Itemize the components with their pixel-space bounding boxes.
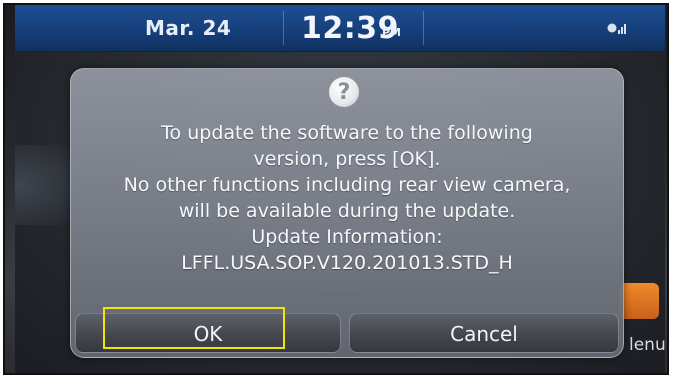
status-bar: Mar. 24 12:39 PM <box>15 5 665 52</box>
menu-tile-icon <box>619 283 659 319</box>
dialog-message-line: version, press [OK]. <box>253 148 441 170</box>
status-ampm: PM <box>382 26 402 39</box>
update-version-line: LFFL.USA.SOP.V120.201013.STD_H <box>181 252 513 274</box>
status-date: Mar. 24 <box>145 16 232 40</box>
dialog-message: To update the software to the following … <box>71 120 623 276</box>
dialog-message-line: Update Information: <box>251 226 443 248</box>
ok-highlight-box <box>103 307 285 349</box>
dialog-message-line: To update the software to the following <box>161 122 533 144</box>
cancel-button[interactable]: Cancel <box>349 313 619 353</box>
signal-icon <box>607 23 626 34</box>
background-panel <box>15 145 75 225</box>
status-divider <box>423 11 424 45</box>
question-icon: ? <box>329 77 359 107</box>
dialog-message-line: will be available during the update. <box>178 200 516 222</box>
background-menu-label: lenu <box>629 335 666 355</box>
dialog-message-line: No other functions including rear view c… <box>123 174 571 196</box>
status-divider <box>283 11 284 45</box>
